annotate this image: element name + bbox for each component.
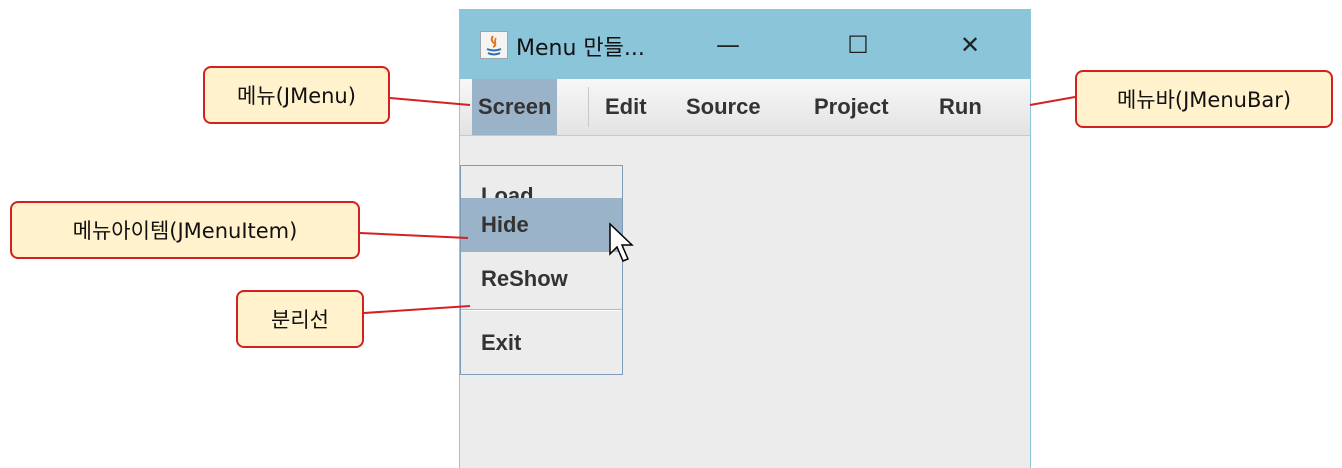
menubar-callout-line: [1029, 96, 1076, 106]
separator-callout-line: [363, 305, 471, 314]
callout-menu-item-text: 메뉴아이템(JMenuItem): [72, 219, 298, 243]
callout-menubar-text: 메뉴바(JMenuBar): [1116, 88, 1292, 112]
menuitem-callout-line: [359, 232, 469, 239]
mouse-cursor-icon: [609, 222, 634, 262]
callout-separator-text: 분리선: [271, 308, 329, 332]
callout-separator: 분리선: [236, 290, 364, 348]
menu-callout-line: [389, 97, 471, 106]
callout-menubar: 메뉴바(JMenuBar): [1075, 70, 1333, 128]
callout-menu-text: 메뉴(JMenu): [237, 84, 356, 108]
callout-menu: 메뉴(JMenu): [203, 66, 390, 124]
callout-menu-item: 메뉴아이템(JMenuItem): [10, 201, 360, 259]
